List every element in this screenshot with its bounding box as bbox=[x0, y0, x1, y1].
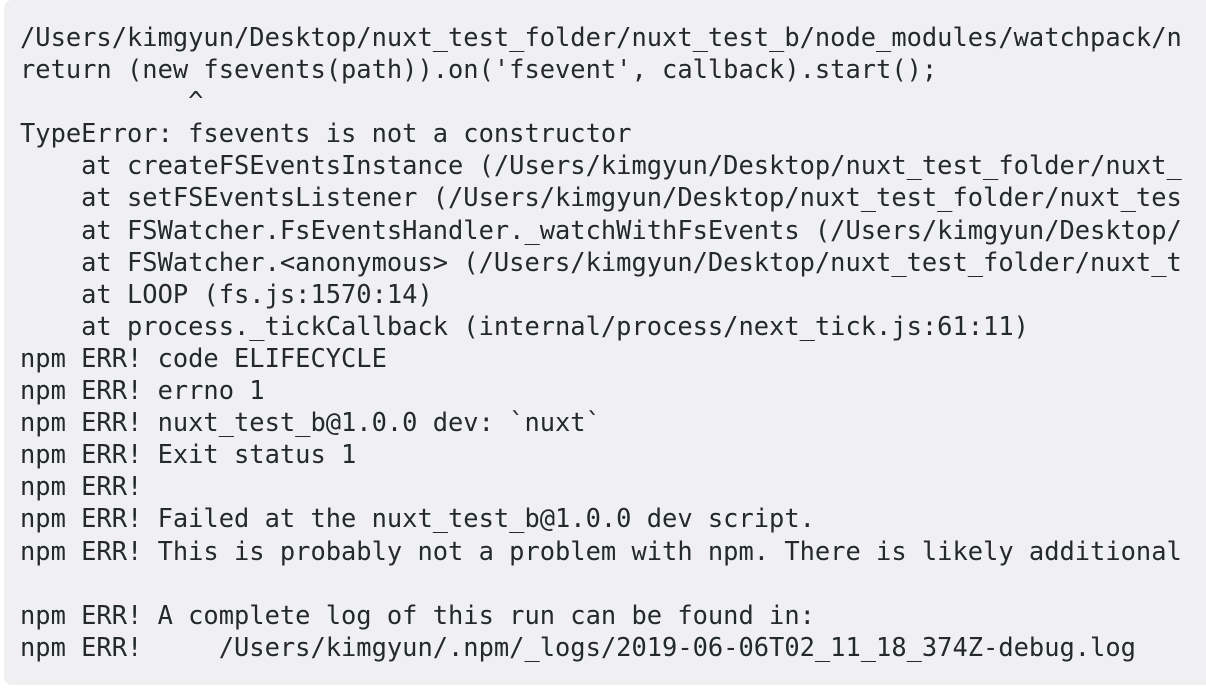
code-line: npm ERR! errno 1 bbox=[20, 375, 265, 406]
code-line: npm ERR! This is probably not a problem … bbox=[20, 535, 1182, 566]
code-line: at setFSEventsListener (/Users/kimgyun/D… bbox=[20, 182, 1182, 213]
code-line: at FSWatcher.FsEventsHandler._watchWithF… bbox=[20, 214, 1182, 245]
code-line: npm ERR! Failed at the nuxt_test_b@1.0.0… bbox=[20, 503, 815, 534]
code-line: npm ERR! /Users/kimgyun/.npm/_logs/2019-… bbox=[20, 631, 1136, 662]
code-line: at LOOP (fs.js:1570:14) bbox=[20, 278, 433, 309]
code-line: npm ERR! nuxt_test_b@1.0.0 dev: `nuxt` bbox=[20, 407, 601, 438]
code-line: at FSWatcher.<anonymous> (/Users/kimgyun… bbox=[20, 246, 1182, 277]
error-log: /Users/kimgyun/Desktop/nuxt_test_folder/… bbox=[4, 0, 1206, 663]
code-line: at createFSEventsInstance (/Users/kimgyu… bbox=[20, 150, 1182, 181]
code-line: ^ bbox=[20, 86, 204, 117]
code-line: TypeError: fsevents is not a constructor bbox=[20, 118, 632, 149]
code-line: /Users/kimgyun/Desktop/nuxt_test_folder/… bbox=[20, 22, 1182, 52]
code-line: at process._tickCallback (internal/proce… bbox=[20, 310, 1029, 341]
code-line: npm ERR! A complete log of this run can … bbox=[20, 599, 815, 630]
code-block: /Users/kimgyun/Desktop/nuxt_test_folder/… bbox=[4, 0, 1206, 685]
code-line: npm ERR! Exit status 1 bbox=[20, 439, 357, 470]
code-line: npm ERR! code ELIFECYCLE bbox=[20, 342, 387, 373]
code-line: return (new fsevents(path)).on('fsevent'… bbox=[20, 54, 938, 85]
code-line: npm ERR! bbox=[20, 471, 143, 502]
